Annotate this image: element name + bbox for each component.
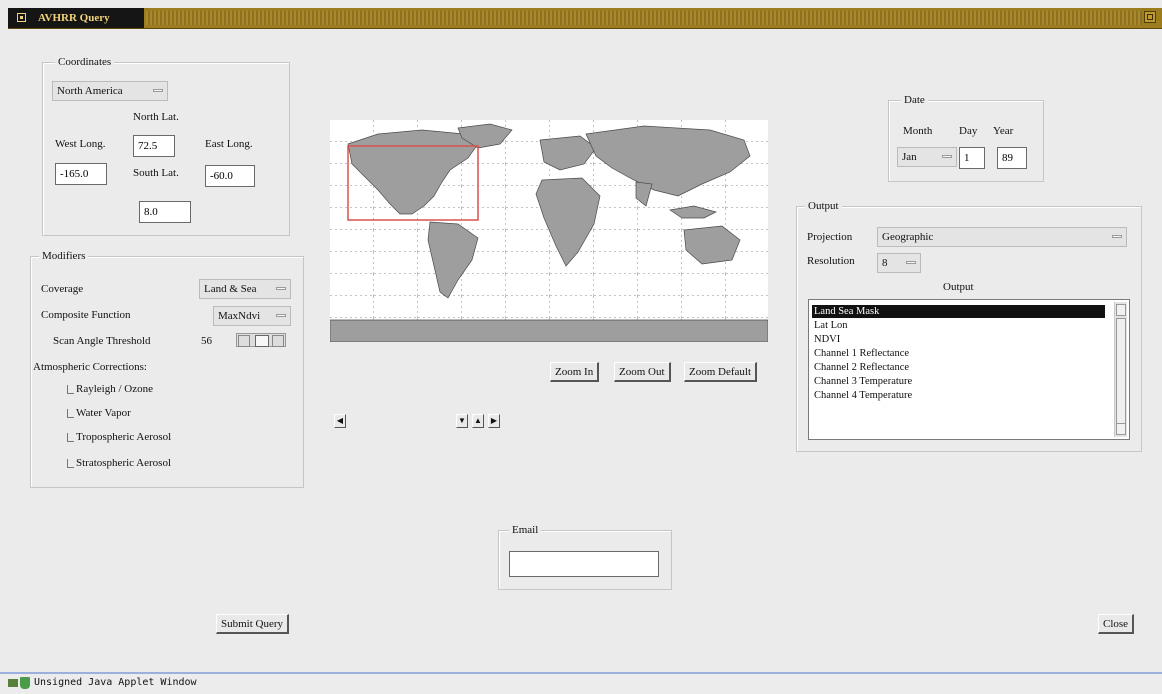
composite-function-value: MaxNdvi: [218, 310, 261, 322]
projection-select[interactable]: Geographic: [877, 227, 1127, 247]
list-item[interactable]: NDVI: [812, 333, 840, 346]
north-lat-field[interactable]: [133, 135, 175, 157]
composite-function-label: Composite Function: [41, 309, 131, 321]
submit-query-button[interactable]: Submit Query: [216, 614, 290, 634]
email-field[interactable]: [509, 551, 659, 577]
shield-icon: [20, 677, 30, 689]
list-item[interactable]: Land Sea Mask: [812, 305, 1105, 318]
coverage-select[interactable]: Land & Sea: [199, 279, 291, 299]
checkbox-label: Stratospheric Aerosol: [76, 457, 172, 469]
checkbox-label: Water Vapor: [76, 407, 131, 419]
list-item[interactable]: Channel 2 Reflectance: [812, 361, 909, 374]
zoom-default-button[interactable]: Zoom Default: [684, 362, 758, 382]
composite-function-select[interactable]: MaxNdvi: [213, 306, 291, 326]
coverage-label: Coverage: [41, 283, 84, 295]
window-menu-icon[interactable]: [17, 13, 26, 22]
checkbox-label: Tropospheric Aerosol: [76, 431, 172, 443]
chevron-down-icon: [276, 314, 286, 317]
status-text: Unsigned Java Applet Window: [34, 677, 197, 688]
close-button[interactable]: Close: [1098, 614, 1135, 634]
projection-select-value: Geographic: [882, 231, 934, 243]
coordinates-group: Coordinates North America North Lat. Wes…: [42, 56, 290, 236]
zoom-in-button[interactable]: Zoom In: [550, 362, 600, 382]
modifiers-legend: Modifiers: [39, 250, 89, 262]
scan-angle-value: 56: [201, 335, 212, 347]
email-legend: Email: [509, 524, 542, 536]
pan-down-button[interactable]: ▼: [456, 414, 468, 428]
checkbox-box[interactable]: [67, 459, 74, 468]
slider-left-arrow-icon[interactable]: [238, 335, 250, 347]
north-lat-label: North Lat.: [133, 111, 179, 123]
stratospheric-aerosol-checkbox[interactable]: Stratospheric Aerosol: [67, 455, 171, 471]
pan-up-button[interactable]: ▲: [472, 414, 484, 428]
checkbox-box[interactable]: [67, 433, 74, 442]
list-item[interactable]: Channel 3 Temperature: [812, 375, 912, 388]
maximize-icon[interactable]: [1144, 11, 1156, 23]
scroll-down-arrow-icon[interactable]: [1116, 423, 1126, 435]
date-legend: Date: [901, 94, 928, 106]
antarctica: [330, 319, 768, 342]
tropospheric-aerosol-checkbox[interactable]: Tropospheric Aerosol: [67, 429, 171, 445]
world-map-svg[interactable]: [330, 120, 768, 342]
coverage-select-value: Land & Sea: [204, 283, 257, 295]
list-item[interactable]: Channel 1 Reflectance: [812, 347, 909, 360]
west-long-field[interactable]: [55, 163, 107, 185]
region-select[interactable]: North America: [52, 81, 168, 101]
day-field[interactable]: [959, 147, 985, 169]
slider-thumb[interactable]: [255, 335, 269, 347]
pan-right-button[interactable]: ▶: [488, 414, 500, 428]
month-label: Month: [903, 125, 933, 137]
list-item[interactable]: Lat Lon: [812, 319, 848, 332]
resolution-select[interactable]: 8: [877, 253, 921, 273]
zoom-out-button[interactable]: Zoom Out: [614, 362, 671, 382]
date-group: Date Month Day Year Jan: [888, 94, 1044, 182]
scan-angle-label: Scan Angle Threshold: [53, 335, 151, 347]
south-lat-field[interactable]: [139, 201, 191, 223]
list-item[interactable]: Channel 4 Temperature: [812, 389, 912, 402]
scan-angle-slider[interactable]: [236, 333, 286, 347]
scroll-up-arrow-icon[interactable]: [1116, 304, 1126, 316]
region-select-value: North America: [57, 85, 123, 97]
lock-icon: [8, 679, 18, 687]
output-list[interactable]: Land Sea Mask Lat Lon NDVI Channel 1 Ref…: [808, 299, 1130, 440]
chevron-down-icon: [1112, 235, 1122, 238]
output-list-scrollbar[interactable]: [1114, 302, 1127, 437]
chevron-down-icon: [153, 89, 163, 92]
west-long-label: West Long.: [55, 138, 106, 150]
east-long-label: East Long.: [205, 138, 253, 150]
chevron-down-icon: [276, 287, 286, 290]
resolution-label: Resolution: [807, 255, 855, 267]
checkbox-box[interactable]: [67, 409, 74, 418]
south-lat-label: South Lat.: [133, 167, 179, 179]
scroll-thumb[interactable]: [1116, 318, 1126, 426]
water-vapor-checkbox[interactable]: Water Vapor: [67, 405, 131, 421]
window-title: AVHRR Query: [38, 12, 110, 24]
modifiers-group: Modifiers Coverage Land & Sea Composite …: [30, 250, 304, 488]
chevron-down-icon: [942, 155, 952, 158]
window-title-tab: AVHRR Query: [8, 8, 144, 28]
year-field[interactable]: [997, 147, 1027, 169]
atmospheric-corrections-label: Atmospheric Corrections:: [33, 361, 147, 373]
year-label: Year: [993, 125, 1014, 137]
slider-right-arrow-icon[interactable]: [272, 335, 284, 347]
world-map[interactable]: [330, 120, 768, 342]
east-long-field[interactable]: [205, 165, 255, 187]
checkbox-box[interactable]: [67, 385, 74, 394]
checkbox-label: Rayleigh / Ozone: [76, 383, 153, 395]
pan-left-button[interactable]: ◀: [334, 414, 346, 428]
email-group: Email: [498, 524, 672, 590]
month-select-value: Jan: [902, 151, 917, 163]
output-legend: Output: [805, 200, 842, 212]
month-select[interactable]: Jan: [897, 147, 957, 167]
day-label: Day: [959, 125, 978, 137]
rayleigh-ozone-checkbox[interactable]: Rayleigh / Ozone: [67, 381, 153, 397]
chevron-down-icon: [906, 261, 916, 264]
coordinates-legend: Coordinates: [55, 56, 115, 68]
resolution-select-value: 8: [882, 257, 888, 269]
window-titlebar: AVHRR Query: [8, 8, 1162, 29]
status-bar: Unsigned Java Applet Window: [0, 672, 1162, 694]
output-list-title: Output: [943, 281, 974, 293]
titlebar-drag-area[interactable]: [146, 11, 1142, 25]
projection-label: Projection: [807, 231, 853, 243]
